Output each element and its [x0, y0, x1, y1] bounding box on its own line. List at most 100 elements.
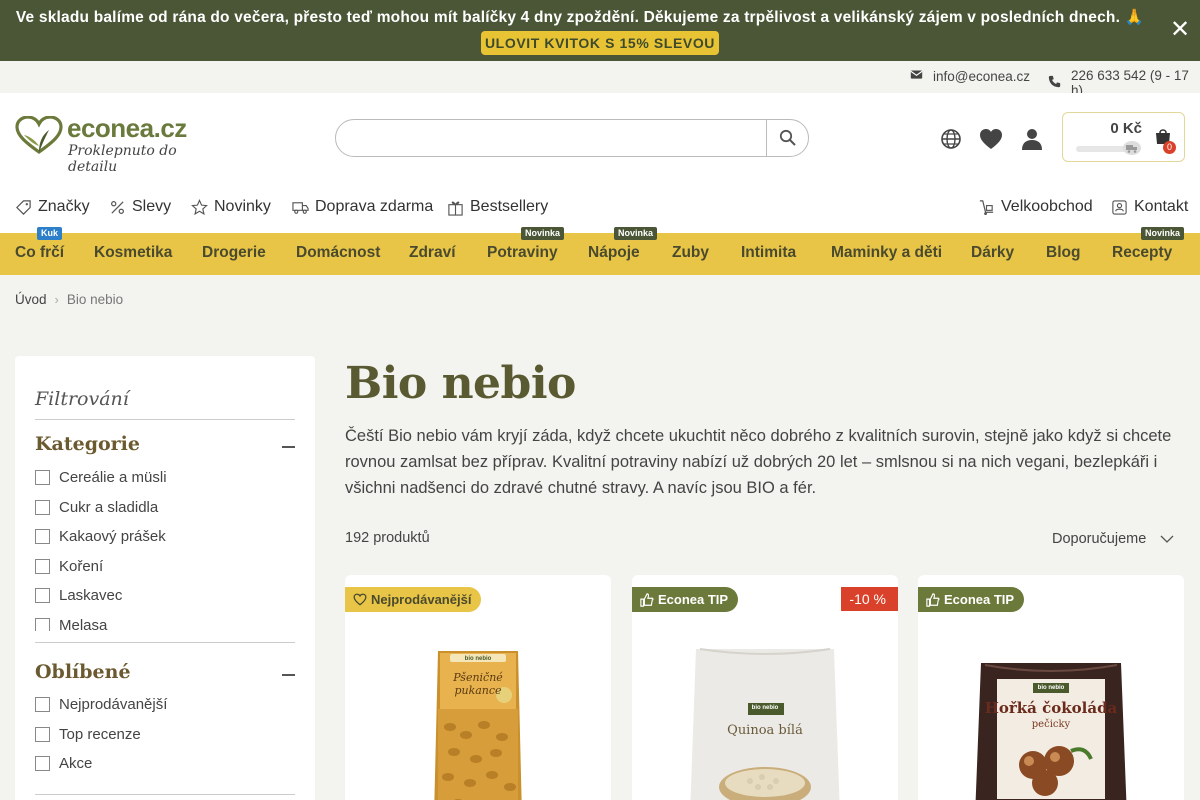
- category-maminky-a-deti[interactable]: Maminky a děti: [831, 233, 942, 275]
- category-label: Blog: [1046, 244, 1081, 261]
- wishlist-button[interactable]: [979, 127, 1003, 151]
- checkbox[interactable]: [35, 727, 50, 742]
- category-label: Nápoje: [588, 244, 640, 261]
- sort-dropdown[interactable]: Doporučujeme: [1052, 531, 1174, 547]
- heart-outline-icon: [353, 593, 367, 606]
- logo-text: econea.cz: [67, 113, 187, 143]
- secondary-nav: Značky Slevy Novinky Doprava zdarma Best…: [0, 198, 1200, 222]
- filter-section-categories-title[interactable]: Kategorie: [35, 433, 140, 455]
- checkbox[interactable]: [35, 470, 50, 485]
- category-zdravi[interactable]: Zdraví: [409, 233, 456, 275]
- category-intimita[interactable]: Intimita: [741, 233, 796, 275]
- filter-option-label: Nejprodávanější: [59, 696, 168, 713]
- category-label: Domácnost: [296, 244, 381, 261]
- contact-email-label: info@econea.cz: [933, 68, 1031, 84]
- tag-icon: [16, 199, 31, 215]
- language-button[interactable]: [939, 127, 963, 151]
- close-announcement-button[interactable]: ✕: [1168, 16, 1192, 44]
- product-brand: bio nebio: [751, 705, 779, 711]
- cart-count-badge: 0: [1163, 141, 1176, 154]
- category-domacnost[interactable]: Domácnost: [296, 233, 380, 275]
- category-napoje[interactable]: Nápoje Novinka: [588, 227, 658, 275]
- filter-option-label: Koření: [59, 558, 104, 575]
- contact-email[interactable]: info@econea.cz: [910, 68, 1030, 84]
- account-button[interactable]: [1020, 127, 1044, 151]
- product-badge: Econea TIP: [632, 587, 739, 612]
- filter-option[interactable]: Cukr a sladidla: [35, 499, 158, 516]
- subnav-wholesale[interactable]: Velkoobchod: [978, 198, 1093, 216]
- filter-option[interactable]: Akce: [35, 755, 92, 772]
- category-options-list[interactable]: Cereálie a müsli Cukr a sladidla Kakaový…: [15, 461, 315, 631]
- subnav-sales[interactable]: Slevy: [109, 198, 171, 216]
- product-card[interactable]: Econea TIP -10 % bio nebio Quinoa bílá: [632, 575, 898, 800]
- filter-option-label: Top recenze: [59, 726, 141, 743]
- collapse-icon[interactable]: [282, 674, 295, 676]
- filter-option[interactable]: Nejprodávanější: [35, 696, 167, 713]
- subnav-wholesale-label: Velkoobchod: [1001, 198, 1093, 215]
- filter-option[interactable]: Melasa: [35, 617, 107, 631]
- page-description: Čeští Bio nebio vám kryjí záda, když chc…: [345, 427, 1172, 497]
- checkbox[interactable]: [35, 559, 50, 574]
- category-label: Potraviny: [487, 244, 558, 261]
- divider: [35, 419, 295, 420]
- product-brand: bio nebio: [1037, 685, 1065, 691]
- filter-option[interactable]: Laskavec: [35, 587, 122, 604]
- category-badge: Novinka: [1141, 227, 1185, 240]
- collapse-icon[interactable]: [282, 446, 295, 448]
- cart-price: 0 Kč: [1110, 120, 1142, 137]
- chevron-down-icon: [1160, 535, 1174, 543]
- category-potraviny[interactable]: Potraviny Novinka: [487, 227, 565, 275]
- filter-option[interactable]: Cereálie a müsli: [35, 469, 167, 486]
- logo[interactable]: econea.cz Proklepnuto do detailu: [15, 113, 215, 175]
- logo-tagline: Proklepnuto do detailu: [68, 143, 177, 175]
- breadcrumb-home[interactable]: Úvod: [15, 292, 47, 307]
- sort-label: Doporučujeme: [1052, 531, 1147, 547]
- checkbox[interactable]: [35, 618, 50, 631]
- chevron-right-icon: ›: [54, 292, 59, 307]
- category-label: Drogerie: [202, 244, 266, 261]
- filter-option[interactable]: Koření: [35, 558, 103, 575]
- filter-title: Filtrování: [35, 388, 129, 410]
- product-image[interactable]: bio nebio Hořká čokoláda pečicky: [971, 657, 1131, 800]
- cart-button[interactable]: 0 Kč 0: [1062, 112, 1185, 162]
- filter-option-label: Melasa: [59, 617, 108, 631]
- category-label: Dárky: [971, 244, 1015, 261]
- product-card[interactable]: Nejprodávanější bio nebio Pšeničné pukan…: [345, 575, 611, 800]
- subnav-new[interactable]: Novinky: [191, 198, 271, 216]
- product-card[interactable]: Econea TIP bio nebio Hořká čokoláda peči…: [918, 575, 1184, 800]
- category-blog[interactable]: Blog: [1046, 233, 1080, 275]
- product-image[interactable]: bio nebio Quinoa bílá: [690, 645, 840, 800]
- checkbox[interactable]: [35, 529, 50, 544]
- checkbox[interactable]: [35, 588, 50, 603]
- discount-cta-button[interactable]: ULOVIT KVITOK S 15% SLEVOU: [481, 31, 719, 55]
- checkbox[interactable]: [35, 756, 50, 771]
- product-image[interactable]: bio nebio Pšeničné pukance: [432, 647, 524, 800]
- checkbox[interactable]: [35, 500, 50, 515]
- product-badge-label: Nejprodávanější: [371, 592, 472, 607]
- category-recepty[interactable]: Recepty Novinka: [1112, 227, 1185, 275]
- product-name: Quinoa bílá: [727, 723, 803, 738]
- search-box: [335, 119, 809, 157]
- filter-option[interactable]: Kakaový prášek: [35, 528, 166, 545]
- category-darky[interactable]: Dárky: [971, 233, 1014, 275]
- search-button[interactable]: [766, 120, 808, 156]
- category-kosmetika[interactable]: Kosmetika: [94, 233, 172, 275]
- subnav-brands[interactable]: Značky: [15, 198, 90, 216]
- thumbs-up-icon: [640, 592, 654, 607]
- filter-option[interactable]: Top recenze: [35, 726, 141, 743]
- delivery-truck-icon: [292, 201, 309, 214]
- category-co-frci[interactable]: Co frčí Kuk: [15, 227, 64, 275]
- hand-truck-icon: [979, 199, 994, 215]
- subnav-bestsellers[interactable]: Bestsellery: [447, 198, 548, 216]
- page-title: Bio nebio: [345, 358, 576, 409]
- category-drogerie[interactable]: Drogerie: [202, 233, 266, 275]
- category-zuby[interactable]: Zuby: [672, 233, 709, 275]
- filter-option-label: Cereálie a müsli: [59, 469, 167, 486]
- subnav-free-shipping[interactable]: Doprava zdarma: [292, 198, 433, 216]
- search-input[interactable]: [336, 120, 766, 156]
- globe-icon: [941, 129, 961, 149]
- category-badge: Novinka: [614, 227, 658, 240]
- subnav-contact[interactable]: Kontakt: [1111, 198, 1188, 216]
- checkbox[interactable]: [35, 697, 50, 712]
- filter-section-popular-title[interactable]: Oblíbené: [35, 661, 131, 683]
